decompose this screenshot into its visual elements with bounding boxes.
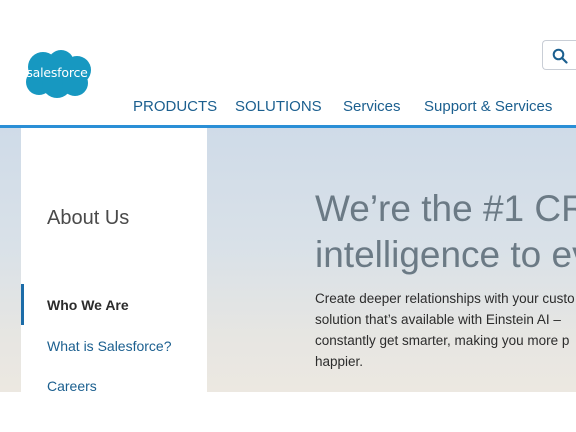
search-button[interactable]	[542, 40, 576, 70]
hero-body-text: Create deeper relationships with your cu…	[315, 288, 575, 372]
nav-services[interactable]: Services	[343, 98, 401, 115]
sidebar-item-who-we-are[interactable]: Who We Are	[47, 297, 129, 313]
search-icon	[552, 48, 568, 64]
sidebar-item-what-is-salesforce[interactable]: What is Salesforce?	[47, 338, 172, 354]
sidebar-title: About Us	[47, 207, 130, 229]
about-sidebar: About Us Who We Are What is Salesforce? …	[21, 128, 207, 394]
page-bottom	[0, 392, 576, 432]
body-line: Create deeper relationships with your cu…	[315, 291, 575, 306]
hero-headline: We’re the #1 CR intelligence to ev	[315, 186, 576, 278]
body-line: solution that’s available with Einstein …	[315, 312, 561, 327]
headline-line: We’re the #1 CR	[315, 188, 576, 229]
salesforce-logo[interactable]: salesforce	[21, 48, 93, 100]
nav-products[interactable]: PRODUCTS	[133, 98, 217, 115]
body-line: constantly get smarter, making you more …	[315, 333, 570, 348]
nav-support-services[interactable]: Support & Services	[424, 98, 552, 115]
headline-line: intelligence to ev	[315, 234, 576, 275]
active-indicator	[21, 284, 24, 325]
site-header: salesforce PRODUCTS SOLUTIONS Services S…	[0, 0, 576, 128]
body-line: happier.	[315, 354, 364, 369]
logo-wordmark: salesforce	[26, 65, 88, 80]
nav-solutions[interactable]: SOLUTIONS	[235, 98, 322, 115]
